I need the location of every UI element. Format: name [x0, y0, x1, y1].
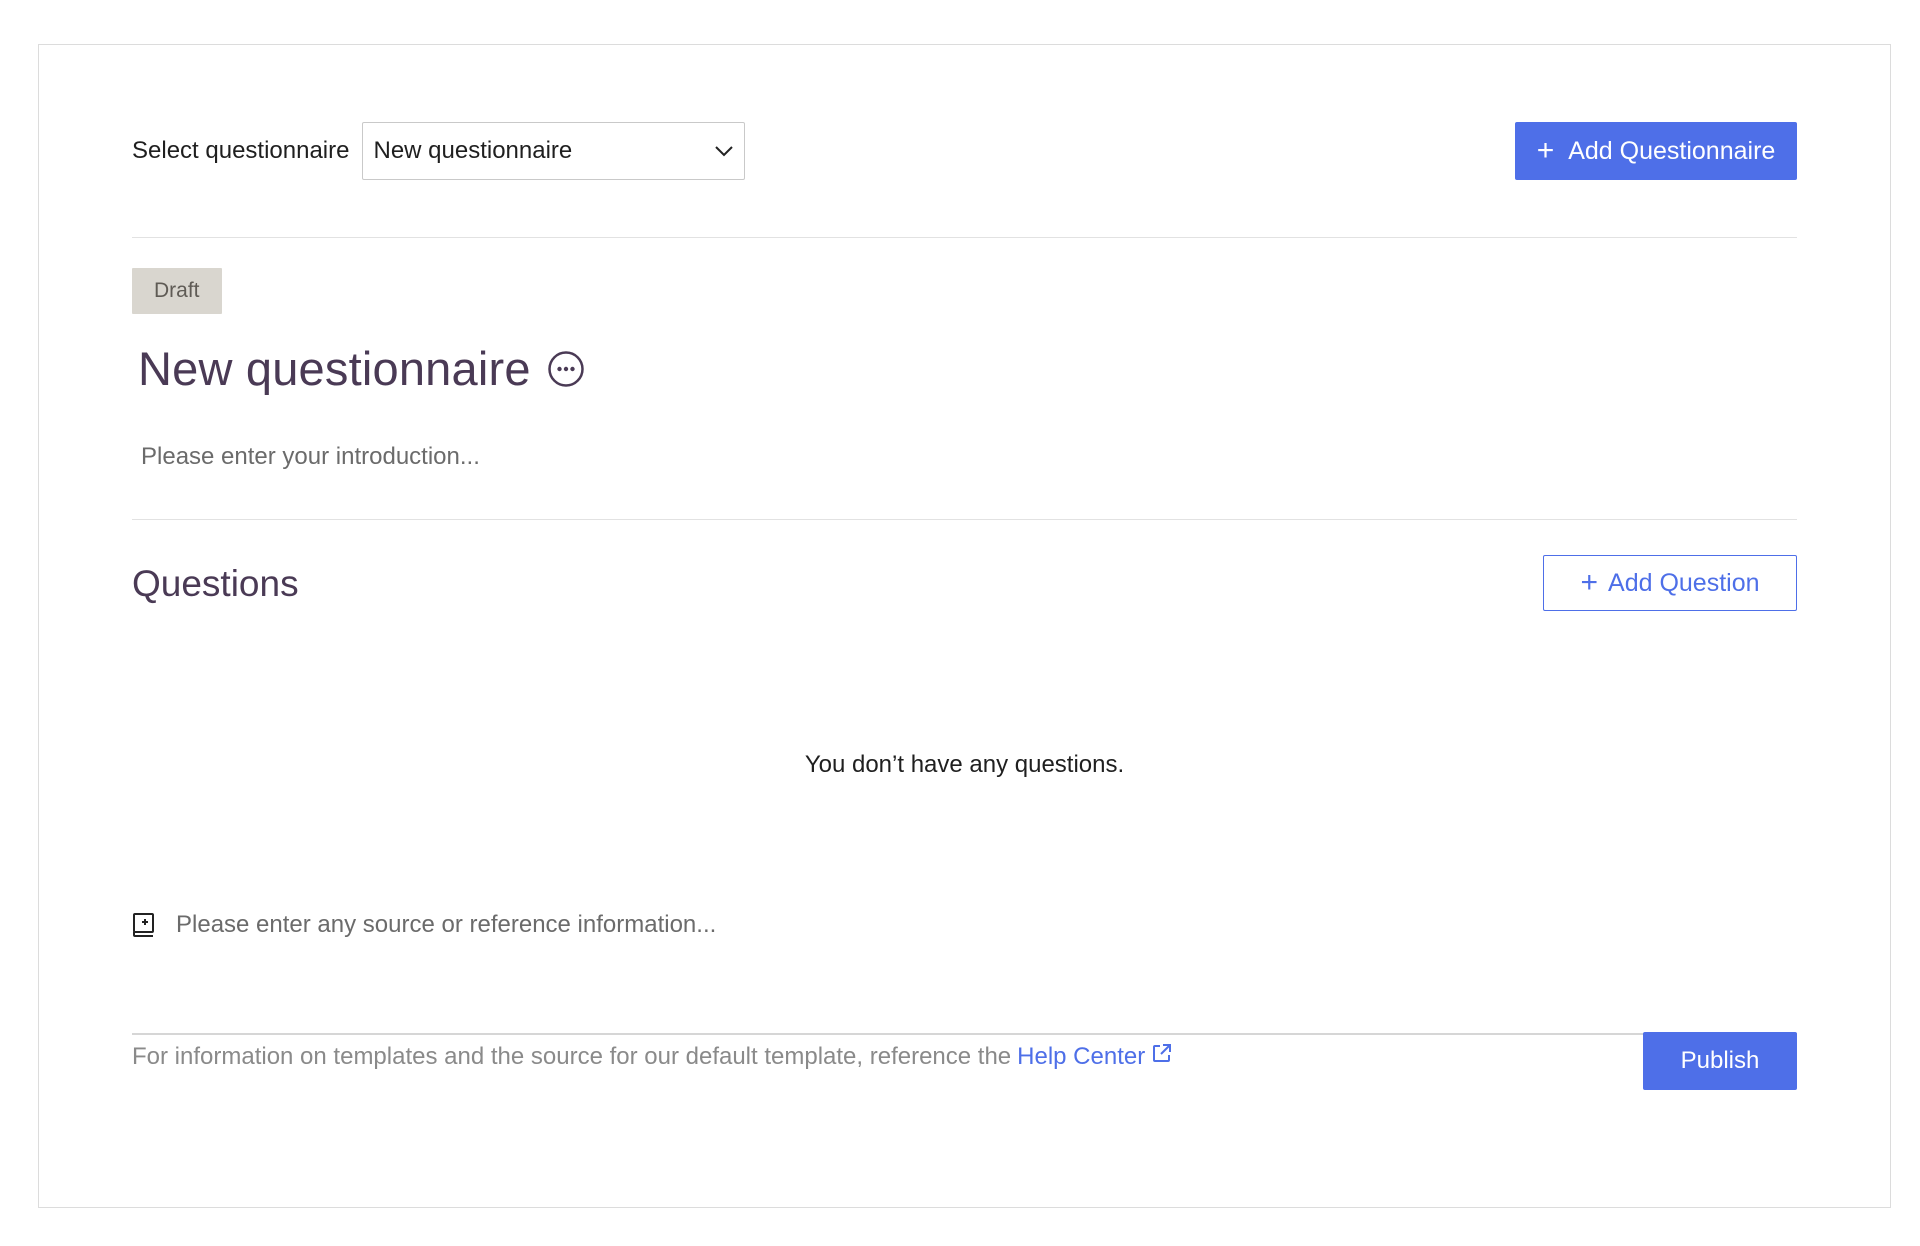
select-questionnaire-label: Select questionnaire [132, 137, 350, 164]
panel-content: Select questionnaire New questionnaire +… [132, 45, 1797, 1207]
divider [132, 1033, 1797, 1035]
add-questionnaire-button[interactable]: + Add Questionnaire [1515, 122, 1797, 180]
empty-questions-message: You don’t have any questions. [804, 751, 1125, 778]
chevron-down-icon [714, 145, 734, 157]
footer-note: For information on templates and the sou… [132, 1042, 1173, 1071]
page-title[interactable]: New questionnaire [138, 341, 531, 396]
more-options-icon[interactable] [547, 350, 585, 388]
help-center-link[interactable]: Help Center [1017, 1042, 1173, 1071]
add-question-button[interactable]: + Add Question [1543, 555, 1797, 611]
reference-book-icon [132, 912, 156, 938]
divider [132, 519, 1797, 520]
questionnaire-dropdown-value: New questionnaire [373, 137, 573, 164]
divider [132, 237, 1797, 238]
questions-heading: Questions [132, 563, 299, 604]
source-field-row: Please enter any source or reference inf… [132, 911, 716, 939]
introduction-field[interactable]: Please enter your introduction... [141, 443, 480, 471]
publish-button[interactable]: Publish [1643, 1032, 1797, 1090]
external-link-icon [1151, 1042, 1173, 1071]
plus-icon: + [1580, 566, 1599, 599]
help-center-link-label: Help Center [1017, 1042, 1146, 1070]
status-badge: Draft [132, 268, 222, 314]
questionnaire-selector: Select questionnaire New questionnaire [132, 122, 746, 180]
plus-icon: + [1536, 134, 1555, 167]
title-row: New questionnaire [138, 341, 585, 396]
questionnaire-dropdown[interactable]: New questionnaire [362, 122, 746, 180]
add-questionnaire-label: Add Questionnaire [1568, 136, 1776, 165]
questionnaire-editor-panel: Select questionnaire New questionnaire +… [38, 44, 1891, 1208]
footer-note-text: For information on templates and the sou… [132, 1042, 1012, 1070]
source-reference-field[interactable]: Please enter any source or reference inf… [176, 911, 716, 939]
add-question-label: Add Question [1608, 568, 1760, 597]
